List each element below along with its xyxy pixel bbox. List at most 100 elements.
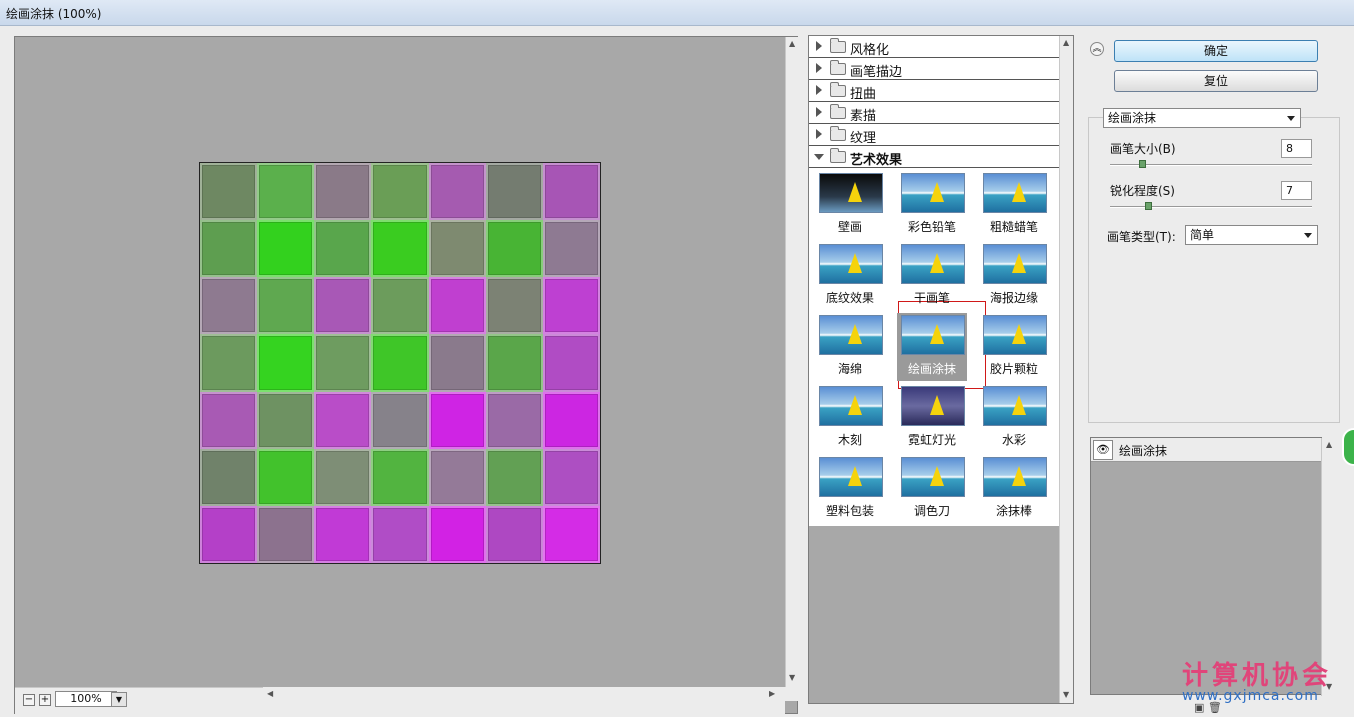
layers-scroll-up-icon[interactable]: ▲ [1326, 440, 1332, 449]
filter-label: 木刻 [837, 433, 862, 447]
filter-preview-image [901, 173, 965, 213]
filter-thumbnail[interactable]: 木刻 [815, 384, 885, 452]
collapse-panel-icon[interactable]: ︽ [1090, 42, 1104, 56]
preview-canvas[interactable] [199, 162, 601, 564]
filter-preview-image [901, 244, 965, 284]
category-label: 纹理 [850, 131, 877, 146]
preview-tile [542, 334, 600, 392]
preview-tile [542, 505, 600, 563]
filter-preview-image [983, 457, 1047, 497]
category-2[interactable]: 扭曲 [809, 80, 1059, 102]
ok-button[interactable]: 确定 [1114, 40, 1318, 62]
filter-label: 涂抹棒 [995, 504, 1032, 518]
filter-select[interactable]: 绘画涂抹 [1103, 108, 1301, 128]
zoom-in-icon[interactable]: + [39, 694, 51, 706]
filter-label: 粗糙蜡笔 [989, 220, 1038, 234]
category-label: 素描 [850, 109, 877, 124]
preview-tile [542, 163, 600, 221]
brush-size-slider[interactable] [1110, 160, 1312, 168]
zoom-out-icon[interactable]: − [23, 694, 35, 706]
expand-triangle-icon[interactable] [816, 63, 822, 73]
filter-thumbnail[interactable]: 底纹效果 [815, 242, 885, 310]
filter-label: 海报边缘 [989, 291, 1038, 305]
preview-tile [314, 391, 372, 449]
filter-thumbnail[interactable]: 绘画涂抹 [897, 313, 967, 381]
brush-size-slider-handle[interactable] [1139, 160, 1147, 168]
filter-thumbnail[interactable]: 霓虹灯光 [897, 384, 967, 452]
filter-thumbnail[interactable]: 海绵 [815, 313, 885, 381]
filter-gallery: 风格化画笔描边 扭曲素描纹理 艺术效果壁画 彩色铅笔 粗糙蜡笔底纹效果 干画笔 海报边缘海绵… [808, 35, 1074, 704]
filter-label: 水彩 [1001, 433, 1026, 447]
filter-preview-image [819, 386, 883, 426]
preview-horizontal-scrollbar[interactable]: ◀ ▶ [263, 687, 799, 701]
expand-triangle-icon[interactable] [814, 154, 824, 160]
filter-list: 风格化画笔描边 扭曲素描纹理 艺术效果壁画 彩色铅笔 粗糙蜡笔底纹效果 干画笔 海报边缘海绵… [809, 36, 1059, 526]
filter-thumbnail[interactable]: 彩色铅笔 [897, 171, 967, 239]
preview-tile [314, 448, 372, 506]
preview-tile [200, 277, 258, 335]
filter-thumbnail[interactable]: 水彩 [979, 384, 1049, 452]
sharpness-slider-handle[interactable] [1145, 202, 1153, 210]
expand-triangle-icon[interactable] [816, 129, 822, 139]
filter-preview-image [901, 457, 965, 497]
preview-tile [257, 391, 315, 449]
category-0[interactable]: 风格化 [809, 36, 1059, 58]
sharpness-label: 锐化程度(S) [1110, 184, 1175, 198]
category-4[interactable]: 纹理 [809, 124, 1059, 146]
expand-triangle-icon[interactable] [816, 107, 822, 117]
preview-tile [485, 163, 543, 221]
scroll-left-arrow-icon[interactable]: ◀ [267, 689, 273, 698]
preview-tile [257, 334, 315, 392]
brush-size-input[interactable]: 8 [1281, 139, 1312, 158]
expand-triangle-icon[interactable] [816, 85, 822, 95]
brush-size-label: 画笔大小(B) [1110, 142, 1176, 156]
filter-thumbnail[interactable]: 海报边缘 [979, 242, 1049, 310]
side-tab-icon[interactable] [1342, 428, 1354, 466]
preview-tile [485, 334, 543, 392]
scroll-right-arrow-icon[interactable]: ▶ [769, 689, 775, 698]
scroll-down-arrow-icon[interactable]: ▼ [789, 673, 795, 682]
filter-thumbnail[interactable]: 胶片颗粒 [979, 313, 1049, 381]
filter-thumbnail[interactable]: 干画笔 [897, 242, 967, 310]
filter-thumbnail[interactable]: 涂抹棒 [979, 455, 1049, 523]
gallery-scroll-down-icon[interactable]: ▼ [1063, 690, 1069, 699]
filter-thumbnail[interactable]: 调色刀 [897, 455, 967, 523]
filter-preview-image [983, 173, 1047, 213]
category-label: 画笔描边 [850, 65, 903, 80]
filter-thumbnail[interactable]: 壁画 [815, 171, 885, 239]
filter-label: 干画笔 [913, 291, 950, 305]
filter-label: 调色刀 [913, 504, 950, 518]
sharpness-slider[interactable] [1110, 202, 1312, 210]
category-3[interactable]: 素描 [809, 102, 1059, 124]
preview-tile [428, 448, 486, 506]
filter-label: 胶片颗粒 [989, 362, 1038, 376]
brush-type-select[interactable]: 简单 [1185, 225, 1318, 245]
folder-icon [830, 126, 846, 141]
gallery-scrollbar[interactable]: ▲ ▼ [1059, 36, 1073, 703]
preview-tile [314, 277, 372, 335]
expand-triangle-icon[interactable] [816, 41, 822, 51]
reset-button[interactable]: 复位 [1114, 70, 1318, 92]
preview-tile [314, 220, 372, 278]
folder-icon [830, 60, 846, 75]
category-1[interactable]: 画笔描边 [809, 58, 1059, 80]
preview-tile [200, 334, 258, 392]
eye-icon[interactable]: 👁 [1093, 440, 1113, 460]
preview-tile [371, 277, 429, 335]
zoom-dropdown-icon[interactable]: ▼ [111, 692, 127, 707]
category-5[interactable]: 艺术效果 [809, 146, 1059, 168]
filter-label: 塑料包装 [825, 504, 874, 518]
preview-tile [257, 505, 315, 563]
sharpness-input[interactable]: 7 [1281, 181, 1312, 200]
effect-layer-label: 绘画涂抹 [1119, 444, 1168, 458]
preview-tile [371, 505, 429, 563]
gallery-scroll-up-icon[interactable]: ▲ [1063, 38, 1069, 47]
scroll-up-arrow-icon[interactable]: ▲ [789, 39, 795, 48]
category-label: 风格化 [850, 43, 890, 58]
filter-thumbnail[interactable]: 粗糙蜡笔 [979, 171, 1049, 239]
zoom-level-field[interactable]: 100% [55, 691, 117, 707]
preview-vertical-scrollbar[interactable]: ▲ ▼ [785, 37, 799, 687]
filter-label: 壁画 [837, 220, 862, 234]
filter-thumbnail[interactable]: 塑料包装 [815, 455, 885, 523]
effect-layer-row[interactable]: 👁 绘画涂抹 [1091, 438, 1323, 462]
